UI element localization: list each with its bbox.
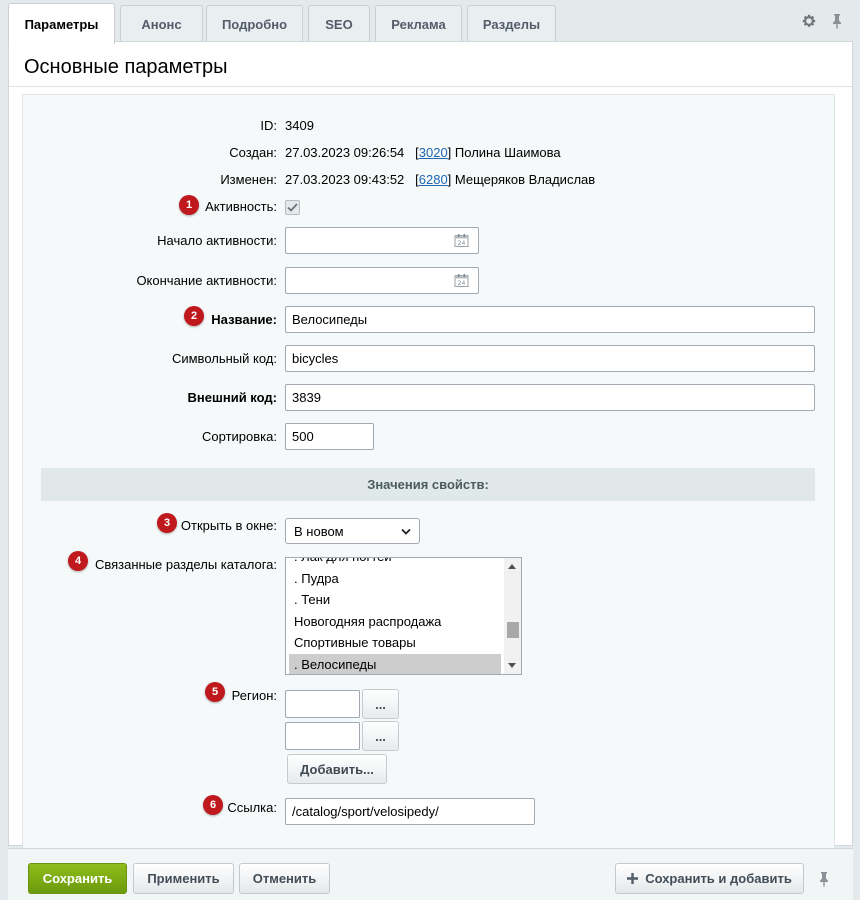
link-input[interactable]: /catalog/sport/velosipedy/	[285, 798, 535, 825]
code-value: bicycles	[292, 351, 339, 366]
scroll-down-arrow-icon[interactable]	[508, 663, 516, 668]
page-title: Основные параметры	[24, 56, 228, 78]
name-input[interactable]: Велосипеды	[285, 306, 815, 333]
tab-bar: Параметры Анонс Подробно SEO Реклама Раз…	[8, 3, 853, 44]
save-and-add-label: Сохранить и добавить	[645, 871, 792, 886]
add-region-button[interactable]: Добавить...	[287, 754, 387, 784]
sort-label: Сортировка:	[202, 429, 277, 444]
region-input-1[interactable]	[285, 690, 360, 718]
listbox-scrollbar[interactable]	[504, 558, 521, 674]
created-bracket-close: ]	[447, 145, 452, 160]
gear-icon[interactable]	[801, 13, 817, 29]
pin-icon[interactable]	[818, 871, 830, 890]
properties-section-header: Значения свойств:	[41, 468, 815, 501]
open-window-select[interactable]: В новом	[285, 518, 420, 544]
check-icon	[287, 203, 298, 212]
calendar-icon[interactable]: 24	[454, 233, 469, 251]
modified-value: 27.03.2023 09:43:52 [6280] Мещеряков Вла…	[285, 172, 595, 187]
svg-text:24: 24	[458, 280, 466, 287]
form-panel: Основные параметры	[8, 41, 853, 854]
modified-user-link[interactable]: 6280	[419, 172, 448, 187]
region-browse-button-1[interactable]: ...	[362, 689, 399, 719]
external-code-input[interactable]: 3839	[285, 384, 815, 411]
svg-text:24: 24	[458, 240, 466, 247]
tab-parameters[interactable]: Параметры	[8, 3, 115, 44]
link-value: /catalog/sport/velosipedy/	[292, 804, 439, 819]
footer-toolbar: Сохранить Применить Отменить Сохранить и…	[8, 848, 853, 900]
step-badge-6: 6	[203, 795, 223, 815]
created-value: 27.03.2023 09:26:54 [3020] Полина Шаимов…	[285, 145, 561, 160]
active-label: Активность:	[205, 199, 277, 214]
tab-announce[interactable]: Анонс	[120, 5, 203, 42]
step-badge-4: 4	[68, 551, 88, 571]
sort-input[interactable]: 500	[285, 423, 374, 450]
created-user-link[interactable]: 3020	[419, 145, 448, 160]
tab-tools	[801, 13, 843, 29]
tab-label: Подробно	[221, 16, 288, 32]
list-item[interactable]: . Пудра	[289, 568, 501, 590]
created-date: 27.03.2023 09:26:54	[285, 145, 405, 160]
list-item[interactable]: . Тени	[289, 589, 501, 611]
active-to-input[interactable]: 24	[285, 267, 479, 294]
list-item[interactable]: . Лак для ногтей	[289, 558, 501, 568]
save-and-add-button[interactable]: Сохранить и добавить	[615, 863, 804, 894]
created-user-name: Полина Шаимова	[454, 145, 561, 160]
tab-label: SEO	[325, 16, 353, 32]
tab-label: Параметры	[24, 16, 99, 32]
modified-label: Изменен:	[220, 172, 277, 187]
active-from-input[interactable]: 24	[285, 227, 479, 254]
sort-value: 500	[292, 429, 314, 444]
tab-sections[interactable]: Разделы	[467, 5, 556, 42]
code-label: Символьный код:	[171, 351, 277, 366]
list-item[interactable]: Спортивные товары	[289, 632, 501, 654]
step-badge-1: 1	[179, 195, 199, 215]
tab-ads[interactable]: Реклама	[375, 5, 462, 42]
tab-seo[interactable]: SEO	[308, 5, 370, 42]
name-label: Название:	[211, 312, 277, 327]
id-value: 3409	[285, 118, 314, 133]
chevron-down-icon	[401, 528, 411, 535]
region-browse-button-2[interactable]: ...	[362, 721, 399, 751]
step-badge-3: 3	[157, 513, 177, 533]
modified-date: 27.03.2023 09:43:52	[285, 172, 405, 187]
list-item-selected[interactable]: . Велосипеды	[289, 653, 501, 674]
tab-details[interactable]: Подробно	[206, 5, 303, 42]
region-label: Регион:	[231, 688, 277, 703]
modified-bracket-close: ]	[447, 172, 452, 187]
link-label: Ссылка:	[227, 800, 277, 815]
cancel-button[interactable]: Отменить	[239, 863, 330, 894]
created-label: Создан:	[229, 145, 277, 160]
tab-label: Анонс	[141, 16, 182, 32]
external-code-value: 3839	[292, 390, 321, 405]
calendar-icon[interactable]: 24	[454, 273, 469, 291]
external-code-label: Внешний код:	[187, 390, 277, 405]
tab-label: Реклама	[391, 16, 446, 32]
linked-sections-listbox[interactable]: . Лак для ногтей . Пудра . Тени Новогодн…	[285, 557, 522, 675]
step-badge-5: 5	[205, 682, 225, 702]
step-badge-2: 2	[184, 306, 204, 326]
apply-button[interactable]: Применить	[133, 863, 234, 894]
listbox-items: . Лак для ногтей . Пудра . Тени Новогодн…	[289, 558, 501, 674]
pin-icon[interactable]	[831, 13, 843, 29]
title-divider	[9, 86, 852, 87]
scroll-thumb[interactable]	[507, 622, 519, 638]
open-window-value: В новом	[294, 523, 344, 539]
list-item[interactable]: Новогодняя распродажа	[289, 611, 501, 633]
active-to-label: Окончание активности:	[136, 273, 277, 288]
tab-label: Разделы	[482, 16, 541, 32]
name-value: Велосипеды	[292, 312, 368, 327]
open-window-label: Открыть в окне:	[180, 518, 277, 533]
modified-user-name: Мещеряков Владислав	[454, 172, 596, 187]
code-input[interactable]: bicycles	[285, 345, 815, 372]
save-button[interactable]: Сохранить	[28, 863, 127, 894]
active-from-label: Начало активности:	[157, 233, 277, 248]
active-checkbox[interactable]	[285, 200, 300, 215]
id-label: ID:	[260, 118, 277, 133]
region-input-2[interactable]	[285, 722, 360, 750]
plus-icon	[627, 873, 639, 884]
scroll-up-arrow-icon[interactable]	[508, 564, 516, 569]
linked-sections-label: Связанные разделы каталога:	[94, 557, 277, 572]
